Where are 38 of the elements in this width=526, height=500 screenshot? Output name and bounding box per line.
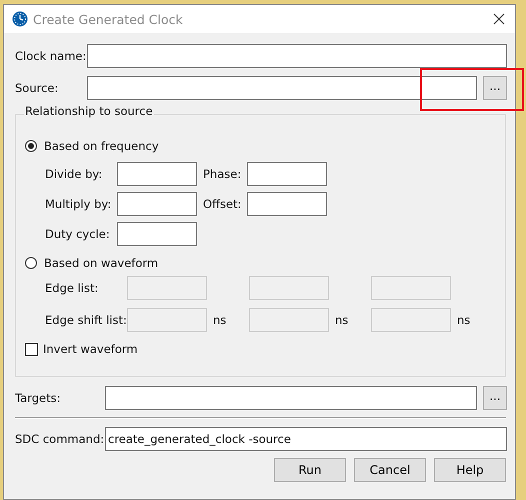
browse-button[interactable]: ... [483, 386, 507, 410]
field-label: Edge shift list: [45, 313, 127, 327]
number-field[interactable] [117, 192, 197, 216]
unit-label: ns [334, 313, 350, 327]
radio-label: Based on waveform [44, 256, 158, 270]
field-label: Offset: [202, 197, 242, 211]
dialog-button[interactable]: Run [274, 458, 346, 482]
checkbox[interactable] [25, 342, 38, 356]
field-label: Clock name: [15, 49, 87, 63]
unit-label: ns [456, 313, 472, 327]
field-label: SDC command: [15, 432, 105, 446]
radio-button[interactable] [25, 140, 37, 152]
clock-icon [12, 11, 28, 27]
group-title: Relationship to source [24, 104, 154, 118]
close-icon[interactable] [493, 13, 505, 25]
source-field[interactable] [87, 76, 477, 100]
window-title: Create Generated Clock [33, 12, 184, 26]
field-label: Phase: [202, 167, 242, 181]
dialog-button[interactable]: Help [434, 458, 506, 482]
field-label: Targets: [15, 391, 62, 405]
radio-label: Based on frequency [44, 139, 159, 153]
number-field[interactable] [247, 192, 327, 216]
radio-button[interactable] [25, 257, 37, 269]
unit-label: ns [212, 313, 228, 327]
dialog-button[interactable]: Cancel [354, 458, 426, 482]
field-label: Edge list: [45, 281, 100, 295]
targets-field[interactable] [105, 386, 477, 410]
browse-button[interactable]: ... [483, 76, 507, 100]
field-label: Source: [15, 81, 60, 95]
number-field[interactable] [117, 162, 197, 186]
checkbox-label: Invert waveform [43, 342, 138, 356]
number-field[interactable] [117, 222, 197, 246]
clock-name-field[interactable] [87, 44, 507, 68]
field-label: Divide by: [45, 167, 104, 181]
number-field[interactable] [247, 162, 327, 186]
sdc-command-field[interactable]: create_generated_clock -source [105, 427, 507, 451]
field-label: Duty cycle: [45, 227, 111, 241]
field-label: Multiply by: [45, 197, 112, 211]
